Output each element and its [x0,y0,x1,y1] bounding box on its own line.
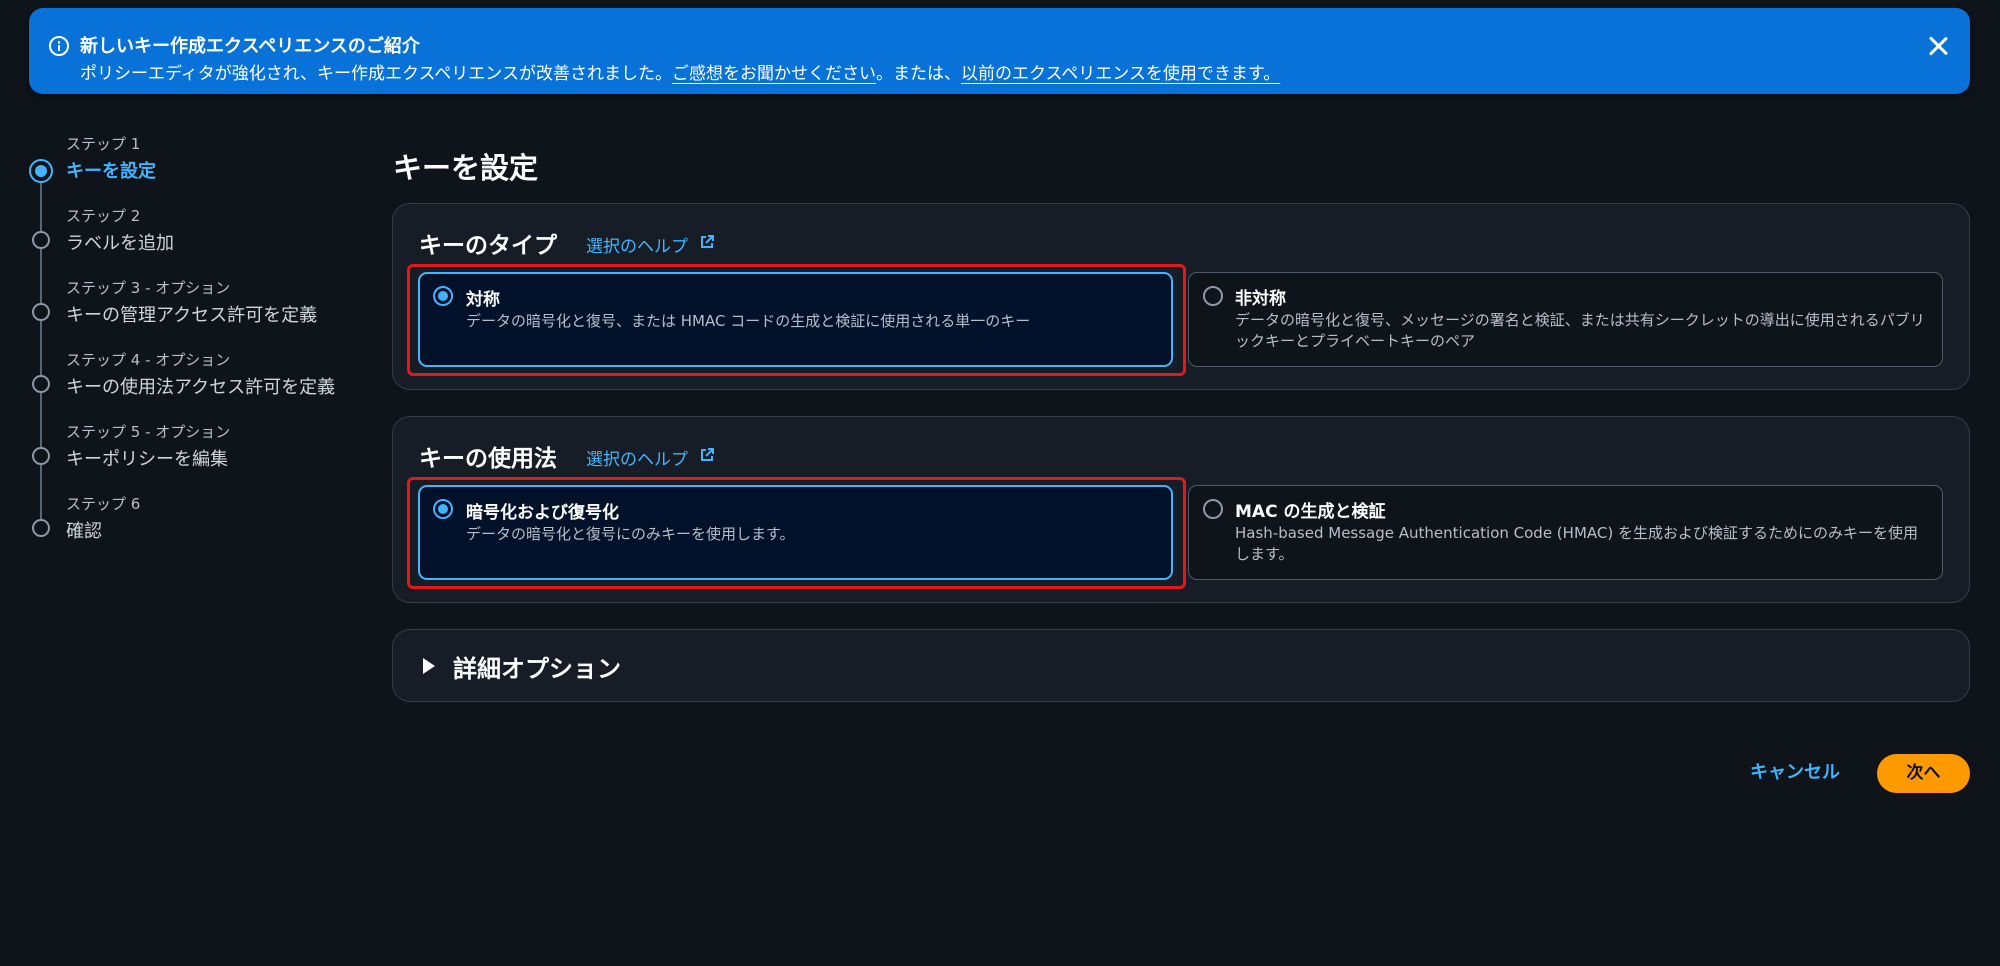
next-button[interactable]: 次へ [1877,754,1970,793]
cancel-button[interactable]: キャンセル [1741,754,1849,792]
step-6: ステップ 6 確認 [29,493,359,553]
option-title: 暗号化および復号化 [466,503,619,523]
external-link-icon [701,235,714,248]
info-banner: 新しいキー作成エクスペリエンスのご紹介 ポリシーエディタが強化され、キー作成エク… [29,8,1970,94]
step-title: キーを設定 [66,161,156,182]
key-type-asymmetric-option[interactable]: 非対称 データの暗号化と復号、メッセージの署名と検証、または共有シークレットの導… [1188,272,1943,367]
step-pending-icon [32,519,50,537]
external-link-icon [701,448,714,461]
key-type-heading: キーのタイプ [419,233,557,259]
previous-experience-link[interactable]: 以前のエクスペリエンスを使用できます。 [961,64,1280,84]
step-pending-icon [32,375,50,393]
step-label: ステップ 6 [66,495,141,513]
key-usage-heading: キーの使用法 [419,446,557,472]
key-type-panel: キーのタイプ 選択のヘルプ 対称 データの暗号化と復号、または HMAC コード… [392,203,1970,390]
key-usage-encrypt-decrypt-option[interactable]: 暗号化および復号化 データの暗号化と復号にのみキーを使用します。 [418,485,1173,580]
banner-middle-text: 。または、 [875,64,961,84]
radio-selected-icon[interactable] [433,499,453,519]
advanced-options-label: 詳細オプション [453,655,621,683]
banner-title: 新しいキー作成エクスペリエンスのご紹介 [80,36,420,57]
option-description: データの暗号化と復号、メッセージの署名と検証、または共有シークレットの導出に使用… [1235,311,1925,350]
key-usage-panel: キーの使用法 選択のヘルプ 暗号化および復号化 データの暗号化と復号にのみキーを… [392,416,1970,603]
step-label: ステップ 5 - オプション [66,423,231,441]
banner-message: ポリシーエディタが強化され、キー作成エクスペリエンスが改善されました。ご感想をお… [80,59,1280,84]
step-title: 確認 [66,521,102,542]
step-title: キーポリシーを編集 [66,449,228,470]
step-pending-icon [32,231,50,249]
info-icon [49,36,69,56]
step-3: ステップ 3 - オプション キーの管理アクセス許可を定義 [29,277,359,337]
step-title: キーの使用法アクセス許可を定義 [66,377,336,398]
key-usage-help-link[interactable]: 選択のヘルプ [586,445,688,470]
advanced-options-expander[interactable]: 詳細オプション [392,629,1970,702]
option-title: 非対称 [1235,289,1286,309]
step-2: ステップ 2 ラベルを追加 [29,205,359,265]
close-icon[interactable] [1926,34,1950,58]
caret-right-icon [423,658,435,674]
option-title: 対称 [466,290,500,310]
step-1[interactable]: ステップ 1 キーを設定 [29,133,359,193]
help-link-label: 選択のヘルプ [586,450,688,470]
step-current-icon [29,159,53,183]
key-type-symmetric-option[interactable]: 対称 データの暗号化と復号、または HMAC コードの生成と検証に使用される単一… [418,272,1173,367]
step-pending-icon [32,447,50,465]
step-pending-icon [32,303,50,321]
step-title: キーの管理アクセス許可を定義 [66,305,318,326]
option-title: MAC の生成と検証 [1235,502,1386,522]
help-link-label: 選択のヘルプ [586,237,688,257]
radio-selected-icon[interactable] [433,286,453,306]
step-label: ステップ 1 [66,135,141,153]
option-description: データの暗号化と復号にのみキーを使用します。 [466,525,795,543]
feedback-link[interactable]: ご感想をお聞かせください [672,64,876,84]
page-title: キーを設定 [393,151,539,185]
step-4: ステップ 4 - オプション キーの使用法アクセス許可を定義 [29,349,359,409]
step-label: ステップ 3 - オプション [66,279,231,297]
key-usage-mac-option[interactable]: MAC の生成と検証 Hash-based Message Authentica… [1188,485,1943,580]
key-type-help-link[interactable]: 選択のヘルプ [586,232,688,257]
step-title: ラベルを追加 [66,233,174,254]
radio-unselected-icon[interactable] [1203,286,1223,306]
step-label: ステップ 2 [66,207,141,225]
option-description: データの暗号化と復号、または HMAC コードの生成と検証に使用される単一のキー [466,312,1031,330]
option-description: Hash-based Message Authentication Code (… [1235,524,1918,563]
step-label: ステップ 4 - オプション [66,351,231,369]
radio-unselected-icon[interactable] [1203,499,1223,519]
banner-message-text: ポリシーエディタが強化され、キー作成エクスペリエンスが改善されました。 [80,64,672,84]
step-5: ステップ 5 - オプション キーポリシーを編集 [29,421,359,481]
